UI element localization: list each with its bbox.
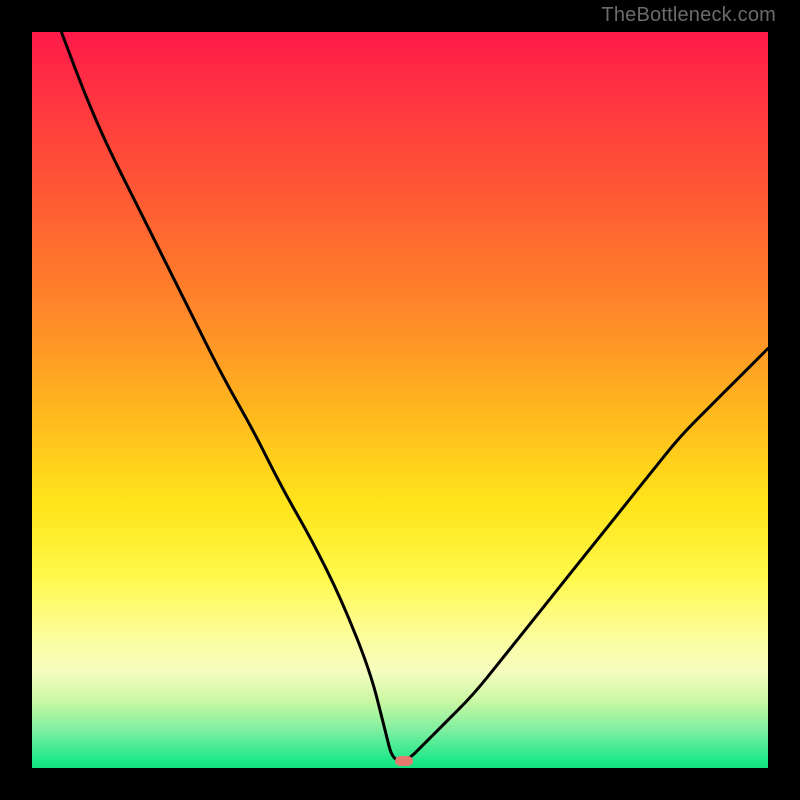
watermark-text: TheBottleneck.com (601, 4, 776, 27)
plot-area (32, 32, 768, 768)
bottleneck-curve (32, 32, 768, 768)
optimum-marker (395, 756, 413, 766)
chart-frame: TheBottleneck.com (0, 0, 800, 800)
